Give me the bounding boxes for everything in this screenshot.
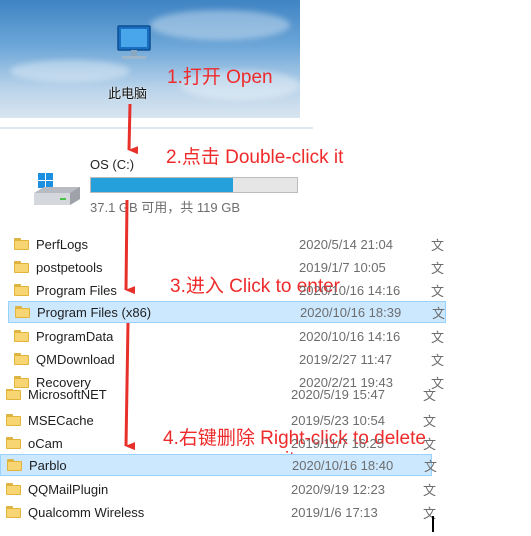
arrow-1	[127, 103, 139, 155]
arrow-3	[124, 322, 136, 451]
text-cursor	[432, 516, 434, 532]
instruction-arrows	[124, 103, 139, 451]
arrow-2	[124, 199, 136, 295]
